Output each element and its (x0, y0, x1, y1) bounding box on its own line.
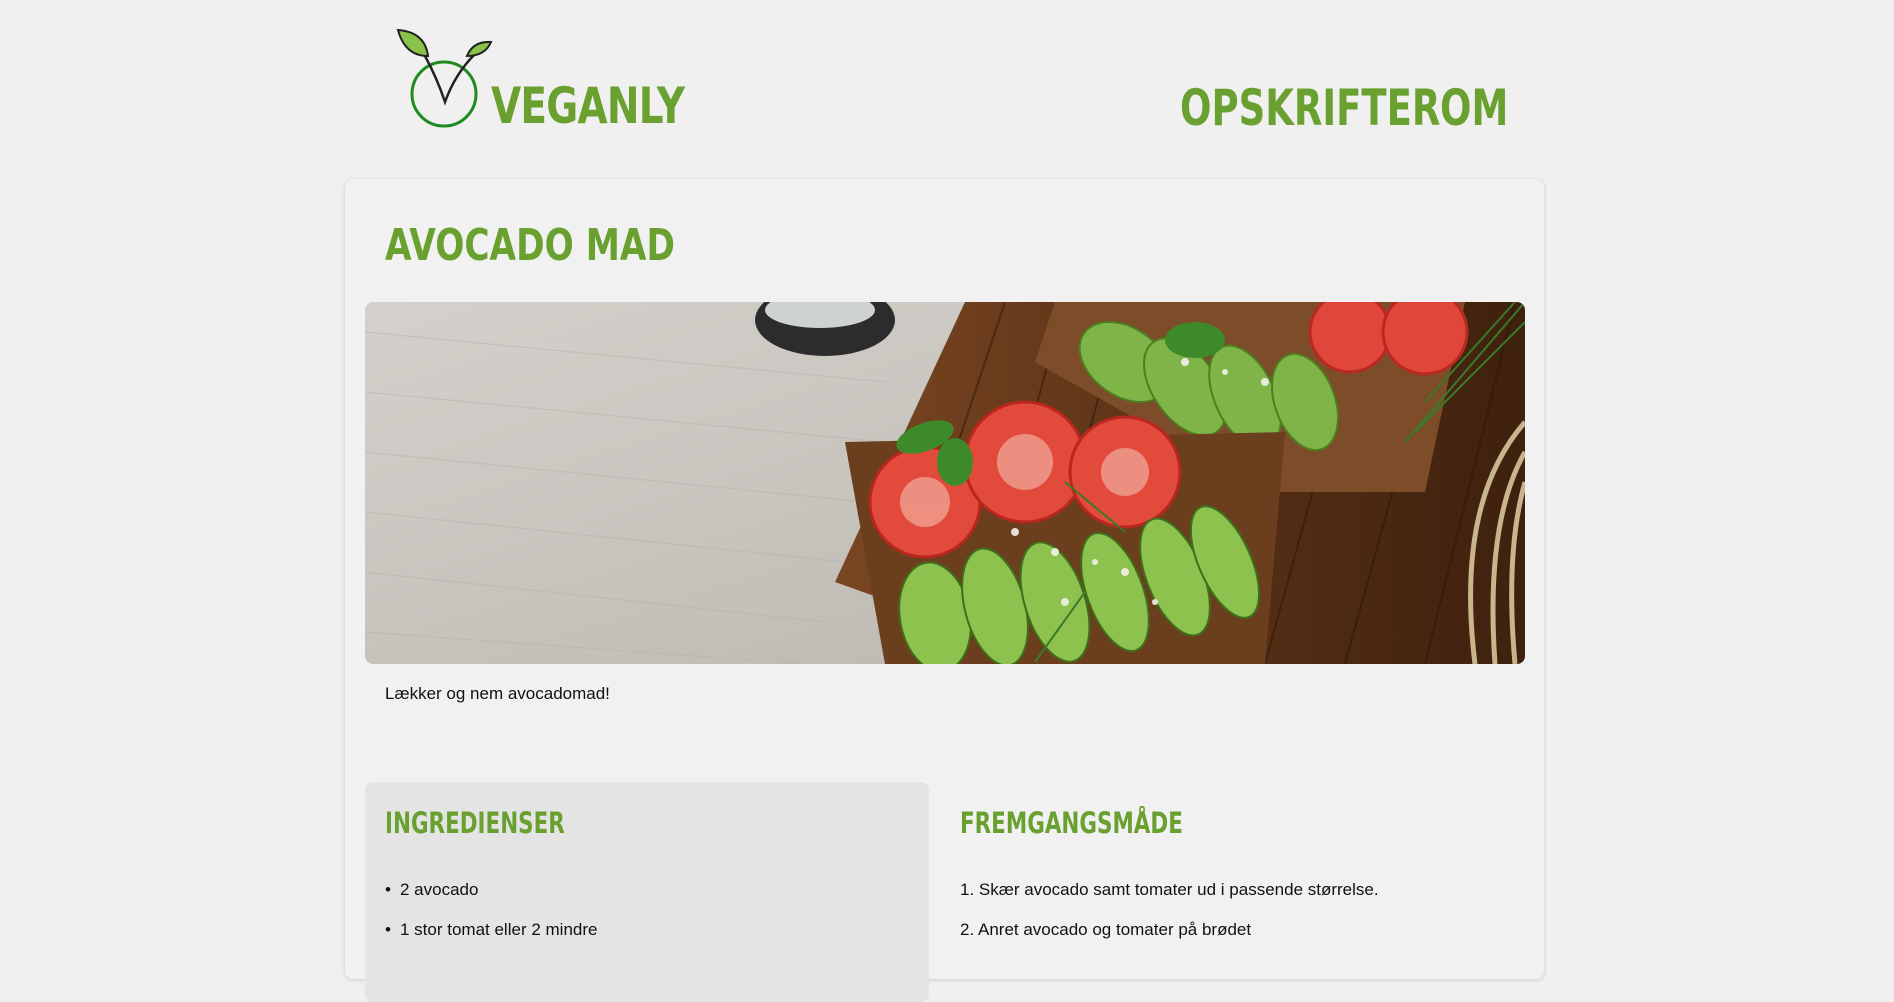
nav-link-recipes[interactable]: OPSKRIFTER (1180, 80, 1440, 136)
recipe-description: Lækker og nem avocadomad! (385, 684, 610, 703)
step-text: Skær avocado samt tomater ud i passende … (978, 880, 1379, 899)
site-header: VEGANLY OPSKRIFTER OM (0, 0, 1894, 170)
ingredient-item: • 1 stor tomat eller 2 mindre (385, 919, 597, 959)
step-text: Anret avocado og tomater på brødet (977, 920, 1252, 939)
recipe-card: AVOCADO MAD Lækker og nem avocadomad! IN… (345, 179, 1544, 1002)
bullet-icon: • (385, 880, 391, 899)
brand-name: VEGANLY (491, 77, 685, 135)
ingredient-text: 1 stor tomat eller 2 mindre (400, 920, 598, 939)
step-number: 2. (960, 920, 975, 939)
ingredient-item: • 2 avocado (385, 879, 597, 919)
ingredients-list: • 2 avocado • 1 stor tomat eller 2 mindre (385, 879, 597, 959)
ingredients-panel: INGREDIENSER • 2 avocado • 1 stor tomat el… (365, 782, 929, 1002)
ingredient-text: 2 avocado (400, 880, 479, 899)
nav-link-about[interactable]: OM (1440, 80, 1508, 136)
bullet-icon: • (385, 920, 391, 939)
recipe-title: AVOCADO MAD (385, 220, 675, 271)
method-step: 2. Anret avocado og tomater på brødet (960, 919, 1379, 959)
method-steps: 1. Skær avocado samt tomater ud i passen… (960, 879, 1379, 959)
step-number: 1. (960, 880, 975, 899)
method-heading: FREMGANGSMÅDE (960, 806, 1183, 840)
main-nav: OPSKRIFTER OM (1180, 80, 1540, 140)
ingredients-heading: INGREDIENSER (385, 806, 565, 840)
method-panel: FREMGANGSMÅDE 1. Skær avocado samt tomat… (960, 782, 1524, 1002)
sprout-v-icon (396, 28, 493, 128)
recipe-image (365, 302, 1525, 664)
method-step: 1. Skær avocado samt tomater ud i passen… (960, 879, 1379, 919)
avocado-toast-photo (365, 302, 1525, 664)
logo-link[interactable]: VEGANLY (395, 26, 685, 136)
